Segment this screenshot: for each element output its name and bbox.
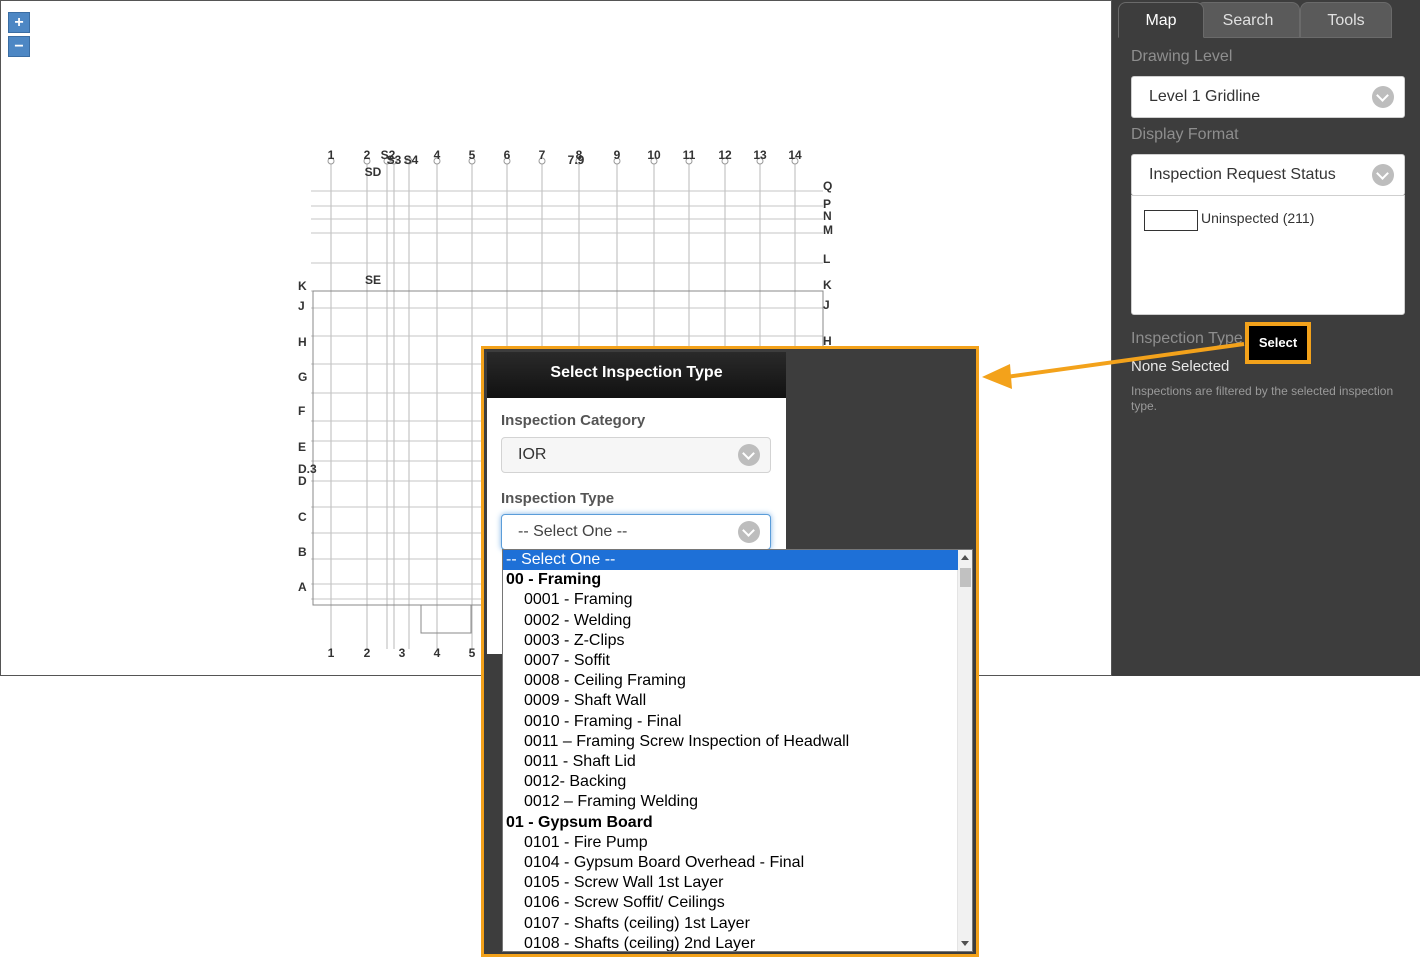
gridline-label: J — [298, 299, 305, 313]
gridline-label: 10 — [647, 148, 661, 162]
gridline-label: D — [298, 474, 307, 488]
gridline-label: 4 — [434, 148, 441, 162]
gridline-label: 5 — [469, 148, 476, 162]
gridline-label: S4 — [404, 153, 419, 167]
dropdown-option[interactable]: 0101 - Fire Pump — [503, 833, 958, 853]
legend-swatch — [1144, 210, 1198, 231]
select-button-highlight: Select — [1245, 322, 1311, 364]
gridline-label: 7 — [539, 148, 546, 162]
panel-tabs: Tools Search Map — [1112, 0, 1420, 38]
gridline-label: L — [823, 252, 830, 266]
dropdown-option[interactable]: -- Select One -- — [503, 550, 958, 570]
gridline-label: A — [298, 580, 307, 594]
inspection-category-label: Inspection Category — [501, 412, 646, 429]
listbox-scrollbar[interactable] — [957, 550, 972, 951]
dropdown-option[interactable]: 0105 - Screw Wall 1st Layer — [503, 873, 958, 893]
gridline-label: D.3 — [298, 462, 317, 476]
callout-arrow — [982, 342, 1245, 389]
legend-uninspected: Uninspected (211) — [1201, 210, 1315, 226]
scroll-thumb[interactable] — [960, 568, 971, 587]
inspection-type-dialog-label: Inspection Type — [501, 490, 615, 507]
inspection-type-listbox[interactable]: -- Select One -- 00 - Framing 0001 - Frami… — [502, 549, 973, 952]
drawing-level-label: Drawing Level — [1131, 48, 1233, 65]
inspection-category-select[interactable]: IOR — [501, 437, 771, 473]
gridline-label: 4 — [434, 646, 441, 660]
status-legend: Uninspected (211) — [1131, 195, 1405, 315]
gridline-label: 2 — [364, 148, 371, 162]
gridline-label: 1 — [328, 646, 335, 660]
dropdown-option[interactable]: 0007 - Soffit — [503, 651, 958, 671]
gridline-label: B — [298, 545, 307, 559]
dropdown-option[interactable]: 0107 - Shafts (ceiling) 1st Layer — [503, 914, 958, 934]
chevron-down-icon — [1372, 86, 1394, 108]
dropdown-option[interactable]: 0106 - Screw Soffit/ Ceilings — [503, 893, 958, 913]
gridline-label: SE — [365, 273, 381, 287]
gridline-label: K — [823, 278, 832, 292]
zoom-out-button[interactable]: − — [8, 36, 30, 57]
inspection-type-select-value: -- Select One -- — [518, 523, 628, 540]
gridline-label: 12 — [718, 148, 732, 162]
building-outline-notch — [420, 605, 472, 634]
callout-arrow-line — [1005, 342, 1245, 379]
scroll-up-icon[interactable] — [961, 555, 969, 560]
dropdown-option[interactable]: 0012 – Framing Welding — [503, 792, 958, 812]
gridline-label: 13 — [753, 148, 767, 162]
chevron-down-icon — [738, 521, 760, 543]
gridline-label: G — [298, 370, 307, 384]
gridline-label: SD — [365, 165, 382, 179]
gridline-label: K — [298, 279, 307, 293]
gridline-label: 5 — [469, 646, 476, 660]
gridline-label: 2 — [364, 646, 371, 660]
dropdown-option[interactable]: 0008 - Ceiling Framing — [503, 671, 958, 691]
gridline-label: F — [298, 404, 305, 418]
select-inspection-type-button[interactable]: Select — [1249, 326, 1307, 360]
zoom-in-button[interactable]: + — [8, 12, 30, 33]
dropdown-option[interactable]: 0011 - Shaft Lid — [503, 752, 958, 772]
dropdown-option[interactable]: 0011 – Framing Screw Inspection of Headw… — [503, 732, 958, 752]
dropdown-option[interactable]: 0012- Backing — [503, 772, 958, 792]
display-format-value: Inspection Request Status — [1149, 166, 1336, 183]
callout-arrow-head — [982, 364, 1012, 389]
dropdown-option[interactable]: 0002 - Welding — [503, 611, 958, 631]
option-group: 01 - Gypsum Board — [506, 813, 653, 831]
gridline-label: 11 — [683, 148, 696, 162]
chevron-down-icon — [738, 444, 760, 466]
tab-tools[interactable]: Tools — [1300, 2, 1392, 38]
dropdown-option[interactable]: 0108 - Shafts (ceiling) 2nd Layer — [503, 934, 958, 951]
dropdown-option[interactable]: 0010 - Framing - Final — [503, 712, 958, 732]
inspection-category-value: IOR — [518, 446, 547, 463]
gridline-label: M — [823, 223, 833, 237]
dialog-title: Select Inspection Type — [487, 352, 786, 398]
option-group: 00 - Framing — [506, 571, 602, 589]
side-panel: Tools Search Map Drawing Level Level 1 G… — [1112, 0, 1420, 676]
dropdown-option[interactable]: 0003 - Z-Clips — [503, 631, 958, 651]
gridline-label: 9 — [614, 148, 621, 162]
tab-search[interactable]: Search — [1196, 2, 1300, 38]
gridline-label: 1 — [328, 148, 335, 162]
gridline-label: E — [298, 440, 306, 454]
gridline-label: 6 — [504, 148, 511, 162]
drawing-level-select[interactable]: Level 1 Gridline — [1131, 76, 1405, 118]
gridline-label: J — [823, 298, 830, 312]
display-format-select[interactable]: Inspection Request Status — [1131, 154, 1405, 196]
gridline-label: 3 — [399, 646, 406, 660]
gridline-label: S3 — [387, 153, 402, 167]
gridline-label: 14 — [788, 148, 802, 162]
dropdown-option[interactable]: 0001 - Framing — [503, 590, 958, 610]
chevron-down-icon — [1372, 164, 1394, 186]
gridline-label: C — [298, 510, 307, 524]
scroll-down-icon[interactable] — [961, 941, 969, 946]
gridline-label: H — [298, 335, 307, 349]
dropdown-option[interactable]: 0009 - Shaft Wall — [503, 691, 958, 711]
gridline-label: Q — [823, 179, 832, 193]
tab-map[interactable]: Map — [1118, 2, 1204, 38]
display-format-label: Display Format — [1131, 126, 1239, 143]
gridline-label: 7.9 — [568, 153, 585, 167]
drawing-level-value: Level 1 Gridline — [1149, 88, 1261, 105]
inspection-type-select[interactable]: -- Select One -- — [501, 514, 771, 550]
gridline-label: N — [823, 209, 832, 223]
dropdown-option[interactable]: 0104 - Gypsum Board Overhead - Final — [503, 853, 958, 873]
